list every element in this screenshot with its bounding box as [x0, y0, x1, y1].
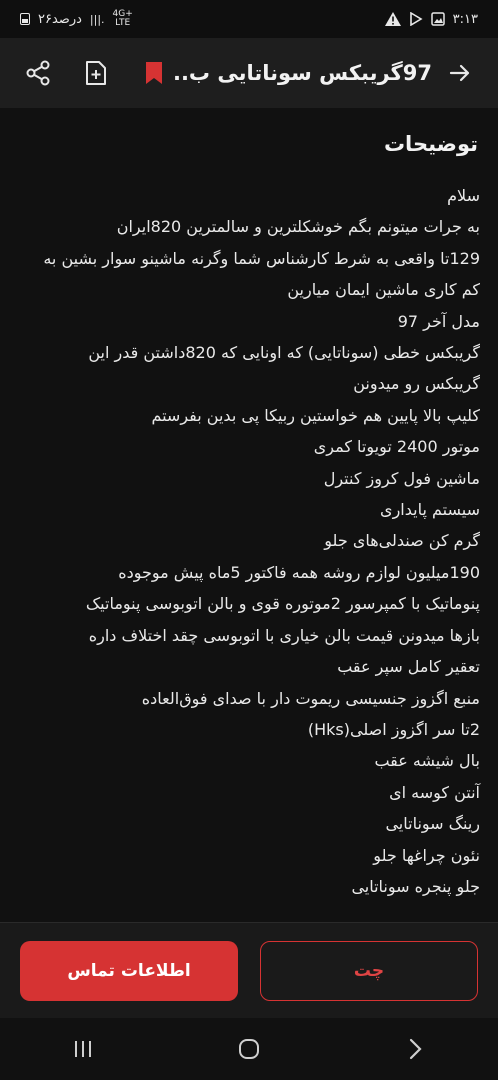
description-line: گریبکس رو میدونن — [353, 374, 480, 394]
share-icon — [26, 60, 50, 86]
description-line: مدل آخر 97 — [397, 311, 480, 331]
description-line: منبع اگزوز جنسیسی ریموت دار با صدای فوق‌… — [141, 688, 480, 708]
status-bar: ۲۶درصد |||. 4G+ LTE ۳:۱۳ — [0, 0, 498, 38]
section-title: توضیحات — [383, 132, 478, 156]
description-line: بازها میدونن قیمت بالن خیاری با اتوبوسی … — [88, 625, 480, 645]
description-line: سلام — [447, 186, 480, 205]
description-line: 2تا سر اگزوز اصلی(Hks) — [307, 719, 480, 739]
home-button[interactable] — [219, 1029, 279, 1069]
add-note-button[interactable] — [76, 53, 116, 93]
signal-icon: |||. — [89, 12, 105, 26]
description-line: ماشین فول کروز کنترل — [323, 468, 480, 488]
description-line: بال شیشه عقب — [374, 751, 480, 771]
bookmark-button[interactable] — [134, 53, 174, 93]
description-line: رینگ سوناتایی — [385, 814, 480, 834]
contact-info-button[interactable]: اطلاعات تماس — [20, 941, 238, 1001]
back-button[interactable] — [440, 53, 480, 93]
appbar-actions — [18, 53, 174, 93]
description-line: به جرات میتونم بگم خوشکلترین و سالمترین … — [116, 217, 480, 237]
volte-indicator: LTE — [115, 18, 131, 28]
description-line: پنوماتیک با کمپرسور 2موتوره قوی و بالن ا… — [85, 594, 480, 614]
recent-apps-icon — [75, 1041, 91, 1057]
battery-icon — [20, 13, 30, 25]
share-button[interactable] — [18, 53, 58, 93]
add-note-icon — [86, 61, 106, 85]
description-section[interactable]: توضیحات سلام به جرات میتونم بگم خوشکلترین… — [0, 108, 498, 922]
app-bar: 97گریبکس سوناتایی ب... — [0, 38, 498, 108]
bookmark-icon — [146, 62, 162, 84]
description-line: موتور 2400 تویوتا کمری — [313, 437, 480, 457]
back-nav-button[interactable] — [385, 1029, 445, 1069]
bottom-action-bar: اطلاعات تماس چت — [0, 922, 498, 1018]
page-title: 97گریبکس سوناتایی ب... — [174, 61, 432, 85]
description-line: آنتن کوسه ای — [389, 782, 480, 802]
description-line: 190میلیون لوازم روشه همه فاکتور 5ماه پیش… — [118, 562, 480, 582]
warning-icon — [384, 12, 401, 26]
chat-button[interactable]: چت — [260, 941, 478, 1001]
status-left: ۲۶درصد |||. 4G+ LTE — [20, 10, 133, 28]
clock: ۳:۱۳ — [452, 11, 478, 27]
status-right: ۳:۱۳ — [384, 11, 478, 27]
description-line: کلیپ بالا پایین هم خواستین ربیکا پی بدین… — [151, 405, 480, 425]
recent-apps-button[interactable] — [53, 1029, 113, 1069]
description-line: 129تا واقعی به شرط کارشناس شما وگرنه ماش… — [43, 248, 480, 268]
description-line: کم کاری ماشین ایمان میارین — [287, 280, 480, 300]
description-line: گرم کن صندلی‌های جلو — [324, 531, 480, 551]
description-line: جلو پنجره سوناتایی — [351, 876, 480, 896]
play-store-icon — [409, 12, 423, 26]
chevron-right-icon — [409, 1038, 422, 1060]
description-line: سیستم پایداری — [380, 500, 480, 520]
description-text: سلام به جرات میتونم بگم خوشکلترین و سالمت… — [18, 180, 480, 902]
image-icon — [430, 12, 445, 26]
description-line: تعقیر کامل سپر عقب — [337, 657, 480, 677]
network-indicator: 4G+ LTE — [113, 10, 133, 28]
description-line: گریبکس خطی (سوناتایی) که اونایی که 820دا… — [88, 343, 480, 363]
description-line: نئون چراغها جلو — [373, 845, 480, 865]
system-nav-bar — [0, 1018, 498, 1080]
home-icon — [239, 1039, 259, 1059]
arrow-right-icon — [449, 64, 470, 82]
battery-text: ۲۶درصد — [38, 11, 82, 27]
